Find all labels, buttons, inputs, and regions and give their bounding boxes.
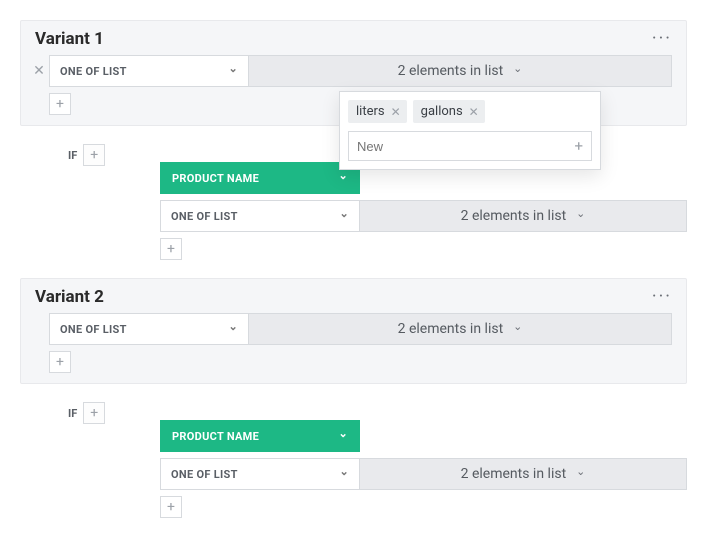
nested-condition-row: ONE OF LIST 2 elements in list [160,200,687,232]
chevron-down-icon [513,65,522,78]
new-tag-input[interactable] [357,139,574,154]
condition-type-select[interactable]: ONE OF LIST [49,313,249,345]
add-condition-button[interactable]: + [49,93,71,115]
variant-block-2: Variant 2 ··· ONE OF LIST 2 elements in … [20,278,687,384]
remove-tag-icon[interactable]: ✕ [391,105,401,119]
nested-condition-type-select[interactable]: ONE OF LIST [160,200,360,232]
product-name-select[interactable]: PRODUCT NAME [160,162,360,194]
product-name-select[interactable]: PRODUCT NAME [160,420,360,452]
elements-popover: liters ✕ gallons ✕ + [339,91,601,170]
add-tag-icon[interactable]: + [574,137,583,155]
nested-condition-row: ONE OF LIST 2 elements in list [160,458,687,490]
nested-block-2: IF + PRODUCT NAME ONE OF LIST 2 elements… [50,402,687,518]
if-label: IF [68,407,77,420]
chevron-down-icon [576,210,585,223]
variant-header: Variant 2 ··· [21,279,686,313]
chevron-down-icon [338,430,348,443]
variant-title: Variant 1 [35,29,104,49]
condition-row: ONE OF LIST 2 elements in list [21,313,686,345]
nested-elements-summary-button[interactable]: 2 elements in list [360,458,687,490]
remove-condition-spacer [29,313,49,345]
nested-condition-type-label: ONE OF LIST [171,468,238,481]
condition-row: ✕ ONE OF LIST 2 elements in list liters … [21,55,686,87]
elements-summary-text: 2 elements in list [398,321,504,337]
tag-label: gallons [421,104,463,119]
condition-type-label: ONE OF LIST [60,65,127,78]
chevron-down-icon [513,323,522,336]
add-nested-condition-button[interactable]: + [160,238,182,260]
chevron-down-icon [228,323,238,336]
if-label: IF [68,149,77,162]
variant-block-1: Variant 1 ··· ✕ ONE OF LIST 2 elements i… [20,20,687,126]
variant-title: Variant 2 [35,287,104,307]
nested-condition-type-label: ONE OF LIST [171,210,238,223]
add-if-button[interactable]: + [83,402,105,424]
variant-header: Variant 1 ··· [21,21,686,55]
add-nested-condition-button[interactable]: + [160,496,182,518]
chevron-down-icon [339,210,349,223]
tag-label: liters [356,104,385,119]
condition-type-select[interactable]: ONE OF LIST [49,55,249,87]
elements-summary-button[interactable]: 2 elements in list [249,313,672,345]
nested-condition-type-select[interactable]: ONE OF LIST [160,458,360,490]
chevron-down-icon [228,65,238,78]
more-icon[interactable]: ··· [652,288,672,306]
tag-item: liters ✕ [348,100,407,123]
product-name-label: PRODUCT NAME [172,430,259,443]
chevron-down-icon [339,468,349,481]
nested-elements-summary-text: 2 elements in list [461,466,567,482]
new-tag-row: + [348,131,592,161]
product-name-label: PRODUCT NAME [172,172,259,185]
nested-elements-summary-button[interactable]: 2 elements in list [360,200,687,232]
remove-tag-icon[interactable]: ✕ [469,105,479,119]
chevron-down-icon [576,468,585,481]
elements-summary-text: 2 elements in list [398,63,504,79]
condition-type-label: ONE OF LIST [60,323,127,336]
nested-elements-summary-text: 2 elements in list [461,208,567,224]
tag-item: gallons ✕ [413,100,485,123]
elements-summary-button[interactable]: 2 elements in list [249,55,672,87]
add-if-button[interactable]: + [83,144,105,166]
chevron-down-icon [338,172,348,185]
more-icon[interactable]: ··· [652,30,672,48]
remove-condition-icon[interactable]: ✕ [29,55,49,87]
add-condition-button[interactable]: + [49,351,71,373]
tag-list: liters ✕ gallons ✕ [348,100,592,123]
